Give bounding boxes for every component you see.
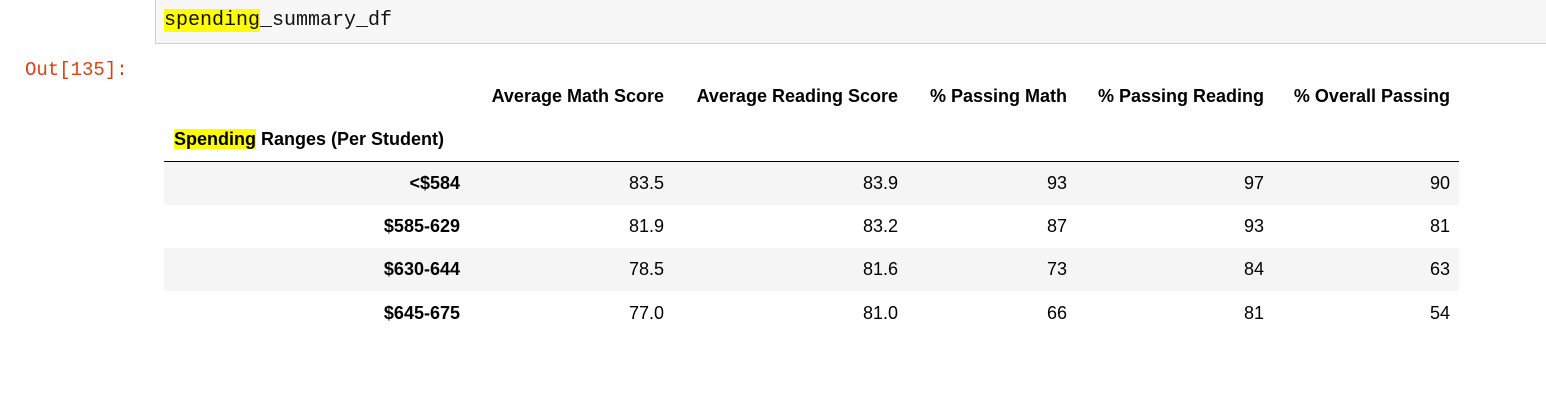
table-row: $645-675 77.0 81.0 66 81 54 [164, 292, 1459, 335]
column-header-avg-reading: Average Reading Score [696, 86, 898, 106]
index-name: Spending Ranges (Per Student) [174, 118, 444, 161]
cell-pass-reading: 93 [1243, 216, 1264, 236]
cell-avg-math: 78.5 [628, 259, 664, 279]
cell-avg-reading: 83.9 [862, 173, 898, 193]
index-name-highlight: Spending [174, 129, 256, 149]
cell-avg-math: 81.9 [628, 216, 664, 236]
cell-overall-passing: 63 [1429, 259, 1450, 279]
cell-pass-math: 66 [1046, 303, 1067, 323]
cell-pass-math: 73 [1046, 259, 1067, 279]
cell-overall-passing: 81 [1429, 216, 1450, 236]
row-index: $645-675 [383, 303, 460, 323]
cell-avg-reading: 81.0 [862, 303, 898, 323]
code-text: spending_summary_df [164, 9, 392, 33]
cell-overall-passing: 90 [1429, 173, 1450, 193]
cell-avg-math: 83.5 [628, 173, 664, 193]
cell-avg-math: 77.0 [628, 303, 664, 323]
column-header-pass-math: % Passing Math [929, 86, 1067, 106]
cell-pass-math: 93 [1046, 173, 1067, 193]
table-row: $585-629 81.9 83.2 87 93 81 [164, 205, 1459, 248]
column-header-overall-passing: % Overall Passing [1293, 86, 1450, 106]
column-header-pass-reading: % Passing Reading [1097, 86, 1264, 106]
code-text-rest: _summary_df [260, 9, 393, 32]
row-index: <$584 [409, 173, 460, 193]
table-row: <$584 83.5 83.9 93 97 90 [164, 162, 1459, 205]
cell-pass-math: 87 [1046, 216, 1067, 236]
table-header-row: Average Math Score Average Reading Score… [164, 75, 1459, 118]
code-input-cell[interactable]: spending_summary_df [155, 0, 1546, 44]
cell-pass-reading: 81 [1243, 303, 1264, 323]
cell-overall-passing: 54 [1429, 303, 1450, 323]
cell-pass-reading: 97 [1243, 173, 1264, 193]
search-highlight: spending [164, 9, 261, 32]
row-index: $585-629 [383, 216, 460, 236]
cell-avg-reading: 81.6 [862, 259, 898, 279]
cell-avg-reading: 83.2 [862, 216, 898, 236]
index-name-rest: Ranges (Per Student) [256, 129, 445, 149]
row-index: $630-644 [383, 259, 460, 279]
cell-pass-reading: 84 [1243, 259, 1264, 279]
table-row: $630-644 78.5 81.6 73 84 63 [164, 248, 1459, 291]
column-header-avg-math: Average Math Score [491, 86, 664, 106]
output-prompt: Out[135]: [25, 59, 128, 81]
index-name-row: Spending Ranges (Per Student) [164, 118, 1459, 162]
